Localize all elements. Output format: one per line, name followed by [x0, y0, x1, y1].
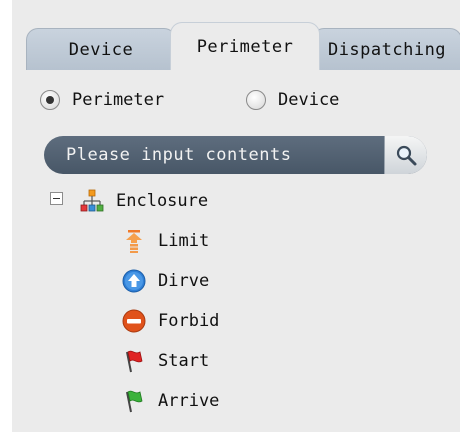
tree-node-limit[interactable]: Limit [122, 226, 209, 256]
tree-node-dirve[interactable]: Dirve [122, 266, 209, 296]
tree-node-label: Forbid [158, 311, 220, 331]
limit-icon [126, 230, 142, 253]
enclosure-network-icon [80, 189, 104, 212]
arrive-flag-icon [126, 390, 143, 413]
tab-perimeter[interactable]: Perimeter [170, 22, 320, 70]
radio-perimeter[interactable]: Perimeter [40, 90, 164, 110]
tree-node-forbid[interactable]: Forbid [122, 306, 219, 336]
collapse-toggle-icon[interactable] [50, 192, 63, 205]
search-input[interactable]: Please input contents [44, 145, 384, 165]
tree-node-label: Start [158, 351, 210, 371]
tree-node-arrive[interactable]: Arrive [122, 386, 219, 416]
tree-node-label: Arrive [158, 391, 220, 411]
radio-device[interactable]: Device [246, 90, 339, 110]
tree-node-label: Limit [158, 231, 210, 251]
forbid-icon [122, 309, 146, 333]
radio-device-label: Device [278, 90, 340, 110]
tab-device[interactable]: Device [26, 28, 176, 70]
search-bar[interactable]: Please input contents [44, 136, 427, 174]
tab-dispatching[interactable]: Dispatching [312, 28, 460, 70]
drive-icon [122, 269, 146, 293]
tree-node-start[interactable]: Start [122, 346, 209, 376]
search-icon [396, 145, 417, 166]
radio-selected-icon[interactable] [40, 90, 60, 110]
tree-node-label: Enclosure [116, 191, 209, 211]
tab-bar: Device Perimeter Dispatching [12, 22, 460, 70]
tree-node-enclosure[interactable]: Enclosure [80, 186, 208, 216]
search-button[interactable] [384, 136, 427, 174]
mode-radio-group: Perimeter Device [12, 90, 460, 120]
tree-node-label: Dirve [158, 271, 210, 291]
radio-unselected-icon[interactable] [246, 90, 266, 110]
start-flag-icon [126, 350, 143, 373]
radio-perimeter-label: Perimeter [72, 90, 165, 110]
